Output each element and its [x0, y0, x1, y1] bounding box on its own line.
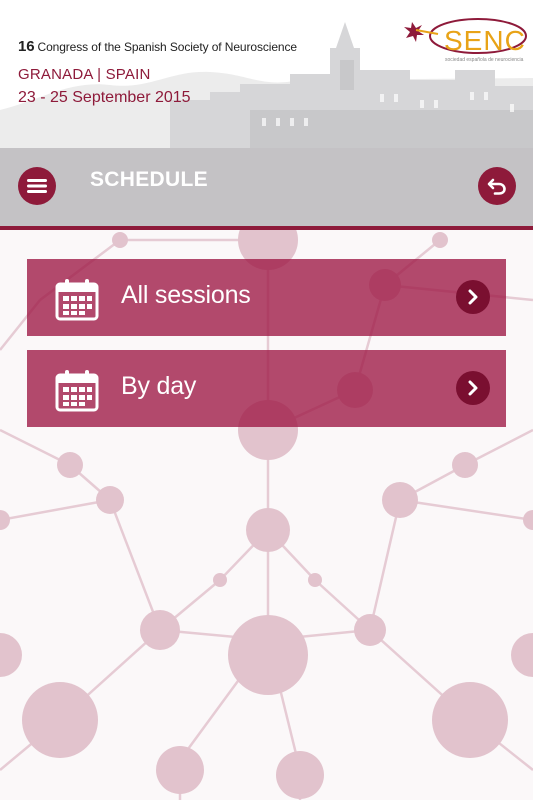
congress-dates: 23 - 25 September 2015: [18, 89, 191, 106]
calendar-icon: [55, 279, 99, 321]
menu-item-label: By day: [121, 372, 197, 400]
app-screen: 16 Congress of the Spanish Society of Neu…: [0, 0, 533, 800]
chevron-glyph: [468, 380, 478, 396]
page-title: SCHEDULE: [90, 168, 208, 191]
header-banner: 16 Congress of the Spanish Society of Neu…: [0, 0, 533, 148]
congress-number: 16: [18, 38, 35, 55]
svg-text:SENC: SENC: [444, 25, 526, 56]
calendar-icon: [55, 370, 99, 412]
hamburger-icon: [27, 179, 47, 193]
svg-text:sociedad española de neurocien: sociedad española de neurociencia: [445, 57, 524, 63]
menu-item-by-day[interactable]: By day: [27, 350, 506, 427]
chevron-glyph: [468, 289, 478, 305]
back-button[interactable]: [478, 167, 516, 205]
chevron-right-icon[interactable]: [456, 280, 490, 314]
title-bar: [0, 148, 533, 226]
congress-title: 16 Congress of the Spanish Society of Neu…: [18, 38, 297, 55]
menu-item-label: All sessions: [121, 281, 251, 309]
senc-logo: SENC sociedad española de neurociencia: [404, 18, 527, 63]
congress-location: GRANADA | SPAIN: [18, 66, 151, 83]
chevron-right-icon[interactable]: [456, 371, 490, 405]
back-arrow-icon: [487, 178, 506, 195]
congress-name: Congress of the Spanish Society of Neuro…: [37, 40, 298, 54]
menu-item-all-sessions[interactable]: All sessions: [27, 259, 506, 336]
menu-button[interactable]: [18, 167, 56, 205]
